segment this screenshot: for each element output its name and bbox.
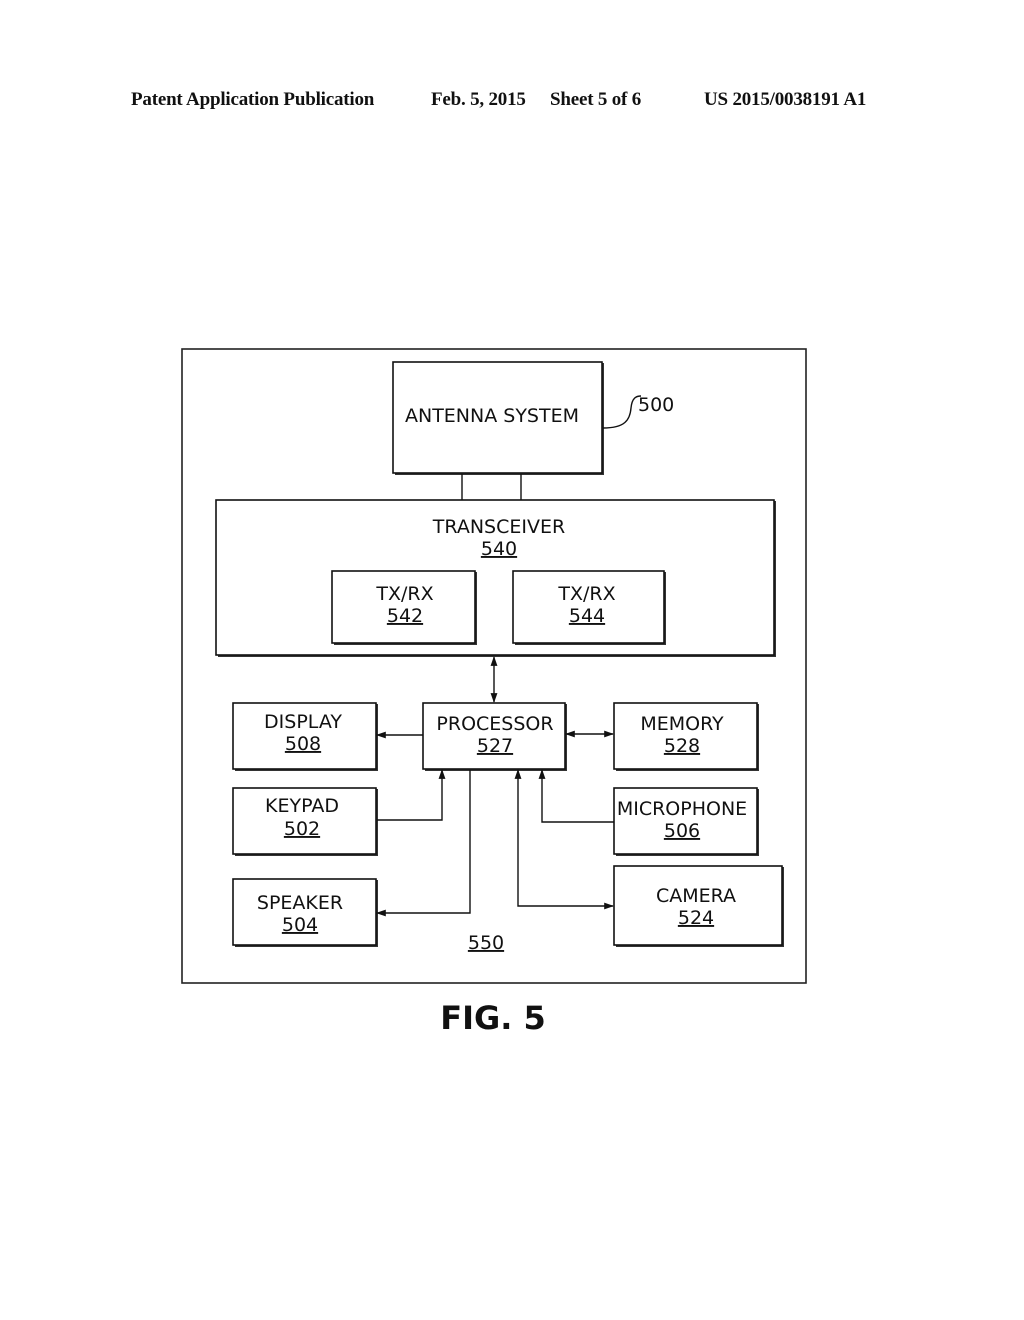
camera-block: CAMERA 524 <box>613 865 784 947</box>
txrx-542-label: TX/RX <box>375 583 433 605</box>
processor-camera-link <box>514 769 614 910</box>
antenna-label: ANTENNA SYSTEM <box>405 405 579 427</box>
keypad-number: 502 <box>284 818 320 840</box>
speaker-block: SPEAKER 504 <box>232 878 378 947</box>
transceiver-number: 540 <box>481 538 517 560</box>
memory-label: MEMORY <box>640 713 724 735</box>
txrx-542-number: 542 <box>387 605 423 627</box>
container-number: 550 <box>468 932 504 954</box>
processor-block: PROCESSOR 527 <box>422 702 567 771</box>
microphone-number: 506 <box>664 820 700 842</box>
txrx-544-block: TX/RX 544 <box>512 570 666 645</box>
memory-block: MEMORY 528 <box>613 702 759 771</box>
txrx-542-block: TX/RX 542 <box>331 570 477 645</box>
antenna-system-block: ANTENNA SYSTEM <box>392 361 604 475</box>
txrx-544-number: 544 <box>569 605 605 627</box>
camera-number: 524 <box>678 907 714 929</box>
display-block: DISPLAY 508 <box>232 702 378 771</box>
keypad-processor-link <box>377 769 446 821</box>
block-diagram: ANTENNA SYSTEM 500 TRANSCEIVER 540 TX/RX… <box>181 348 807 1037</box>
reference-leader: 500 <box>602 394 674 429</box>
keypad-label: KEYPAD <box>265 795 339 817</box>
speaker-number: 504 <box>282 914 318 936</box>
keypad-block: KEYPAD 502 <box>232 787 378 856</box>
camera-label: CAMERA <box>656 885 736 907</box>
processor-number: 527 <box>477 735 513 757</box>
microphone-label: MICROPHONE <box>617 798 747 820</box>
display-number: 508 <box>285 733 321 755</box>
processor-speaker-link <box>376 770 471 917</box>
txrx-544-label: TX/RX <box>557 583 615 605</box>
microphone-processor-link <box>538 769 614 823</box>
reference-label: 500 <box>638 394 674 416</box>
memory-number: 528 <box>664 735 700 757</box>
display-label: DISPLAY <box>264 711 342 733</box>
speaker-label: SPEAKER <box>257 892 343 914</box>
microphone-block: MICROPHONE 506 <box>613 787 759 856</box>
transceiver-block: TRANSCEIVER 540 <box>215 499 776 657</box>
transceiver-label: TRANSCEIVER <box>432 516 565 538</box>
figure-caption: FIG. 5 <box>440 999 546 1037</box>
processor-label: PROCESSOR <box>436 713 553 735</box>
